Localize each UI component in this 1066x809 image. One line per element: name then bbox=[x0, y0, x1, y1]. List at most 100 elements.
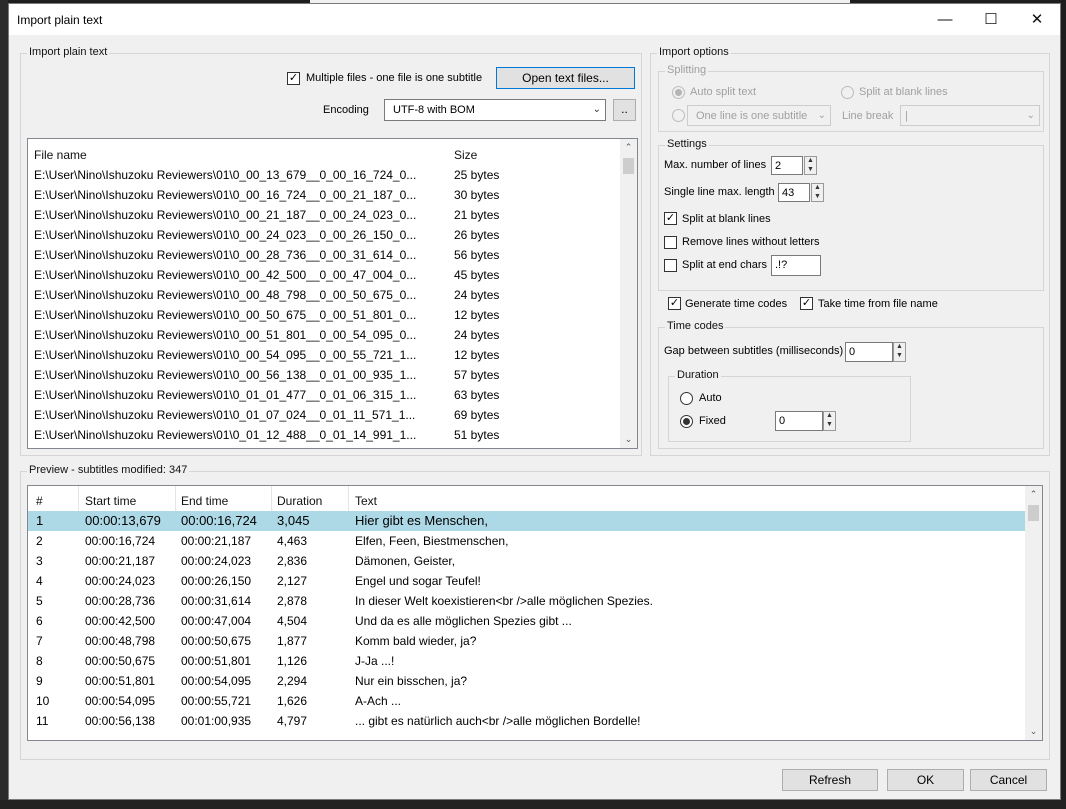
spin-down-icon[interactable]: ▼ bbox=[824, 421, 835, 430]
file-row[interactable]: E:\User\Nino\Ishuzoku Reviewers\01\0_00_… bbox=[28, 165, 637, 185]
split-end-chars-checkbox[interactable] bbox=[664, 259, 677, 272]
max-lines-spinner[interactable]: ▲ ▼ bbox=[804, 156, 817, 175]
preview-row[interactable]: 1 00:00:13,679 00:00:16,724 3,045 Hier gibt … bbox=[28, 511, 1027, 531]
column-header-text[interactable]: Text bbox=[355, 494, 377, 508]
column-divider[interactable] bbox=[271, 486, 272, 511]
row-number-cell: 5 bbox=[36, 594, 43, 608]
preview-row[interactable]: 8 00:00:50,675 00:00:51,801 1,126 J-Ja ...! bbox=[28, 651, 1027, 671]
file-row[interactable]: E:\User\Nino\Ishuzoku Reviewers\01\0_01_… bbox=[28, 385, 637, 405]
split-blank-lines-checkbox[interactable]: ✓ bbox=[664, 212, 677, 225]
ok-button[interactable]: OK bbox=[887, 769, 964, 791]
max-length-input[interactable]: 43 bbox=[778, 183, 810, 202]
preview-row[interactable]: 7 00:00:48,798 00:00:50,675 1,877 Komm bald … bbox=[28, 631, 1027, 651]
close-button[interactable]: ✕ bbox=[1014, 4, 1060, 35]
generate-time-codes-checkbox[interactable]: ✓ bbox=[668, 297, 681, 310]
gap-input[interactable]: 0 bbox=[845, 342, 893, 362]
duration-fixed-input[interactable]: 0 bbox=[775, 411, 823, 431]
file-row[interactable]: E:\User\Nino\Ishuzoku Reviewers\01\0_00_… bbox=[28, 285, 637, 305]
spin-down-icon[interactable]: ▼ bbox=[812, 193, 823, 202]
duration-fixed-spinner[interactable]: ▲ ▼ bbox=[823, 411, 836, 431]
file-row[interactable]: E:\User\Nino\Ishuzoku Reviewers\01\0_01_… bbox=[28, 425, 637, 445]
spin-up-icon[interactable]: ▲ bbox=[894, 343, 905, 352]
scroll-up-icon[interactable]: ⌃ bbox=[620, 139, 637, 156]
chevron-down-icon: ⌄ bbox=[817, 110, 826, 121]
preview-scrollbar[interactable]: ⌃ ⌄ bbox=[1025, 486, 1042, 740]
file-row[interactable]: E:\User\Nino\Ishuzoku Reviewers\01\0_00_… bbox=[28, 265, 637, 285]
file-row[interactable]: E:\User\Nino\Ishuzoku Reviewers\01\0_00_… bbox=[28, 185, 637, 205]
file-name-cell: E:\User\Nino\Ishuzoku Reviewers\01\0_00_… bbox=[34, 368, 417, 382]
spin-down-icon[interactable]: ▼ bbox=[894, 352, 905, 361]
preview-row[interactable]: 5 00:00:28,736 00:00:31,614 2,878 In dieser … bbox=[28, 591, 1027, 611]
preview-row[interactable]: 9 00:00:51,801 00:00:54,095 2,294 Nur ein bi… bbox=[28, 671, 1027, 691]
row-number-cell: 11 bbox=[36, 714, 49, 728]
duration-auto-radio[interactable] bbox=[680, 392, 693, 405]
column-header-file-name[interactable]: File name bbox=[34, 148, 87, 162]
file-row[interactable]: E:\User\Nino\Ishuzoku Reviewers\01\0_01_… bbox=[28, 405, 637, 425]
file-row[interactable]: E:\User\Nino\Ishuzoku Reviewers\01\0_00_… bbox=[28, 345, 637, 365]
remove-lines-checkbox[interactable] bbox=[664, 236, 677, 249]
column-divider[interactable] bbox=[175, 486, 176, 511]
one-line-select[interactable]: One line is one subtitle ⌄ bbox=[687, 105, 831, 126]
file-name-cell: E:\User\Nino\Ishuzoku Reviewers\01\0_00_… bbox=[34, 228, 417, 242]
file-list[interactable]: File name Size E:\User\Nino\Ishuzoku Rev… bbox=[27, 138, 638, 449]
column-divider[interactable] bbox=[348, 486, 349, 511]
scroll-down-icon[interactable]: ⌄ bbox=[1025, 723, 1042, 740]
scroll-up-icon[interactable]: ⌃ bbox=[1025, 486, 1042, 503]
file-row[interactable]: E:\User\Nino\Ishuzoku Reviewers\01\0_00_… bbox=[28, 305, 637, 325]
preview-row[interactable]: 11 00:00:56,138 00:01:00,935 4,797 ... gibt … bbox=[28, 711, 1027, 731]
cancel-button[interactable]: Cancel bbox=[970, 769, 1047, 791]
line-break-select[interactable]: | ⌄ bbox=[900, 105, 1040, 126]
spin-down-icon[interactable]: ▼ bbox=[805, 166, 816, 175]
column-header-end-time[interactable]: End time bbox=[181, 494, 228, 508]
preview-grid[interactable]: # Start time End time Duration Text 1 00:… bbox=[27, 485, 1043, 741]
one-line-radio[interactable] bbox=[672, 109, 685, 122]
file-size-cell: 12 bytes bbox=[454, 348, 500, 362]
scroll-thumb[interactable] bbox=[1028, 505, 1039, 521]
column-header-number[interactable]: # bbox=[36, 494, 43, 508]
end-chars-input[interactable]: .!? bbox=[771, 255, 821, 276]
preview-row[interactable]: 2 00:00:16,724 00:00:21,187 4,463 Elfen, Fee… bbox=[28, 531, 1027, 551]
max-lines-input[interactable]: 2 bbox=[771, 156, 803, 175]
file-row[interactable]: E:\User\Nino\Ishuzoku Reviewers\01\0_00_… bbox=[28, 225, 637, 245]
encoding-select[interactable]: UTF-8 with BOM ⌄ bbox=[384, 99, 606, 121]
start-time-cell: 00:00:21,187 bbox=[85, 554, 156, 568]
text-cell: Engel und sogar Teufel! bbox=[355, 574, 481, 588]
preview-row[interactable]: 3 00:00:21,187 00:00:24,023 2,836 Dämonen, G… bbox=[28, 551, 1027, 571]
minimize-button[interactable]: — bbox=[922, 4, 968, 35]
auto-split-radio[interactable] bbox=[672, 86, 685, 99]
preview-row[interactable]: 6 00:00:42,500 00:00:47,004 4,504 Und da es … bbox=[28, 611, 1027, 631]
settings-label: Settings bbox=[665, 138, 709, 150]
spin-up-icon[interactable]: ▲ bbox=[824, 412, 835, 421]
column-header-duration[interactable]: Duration bbox=[277, 494, 322, 508]
refresh-button[interactable]: Refresh bbox=[782, 769, 878, 791]
column-header-size[interactable]: Size bbox=[454, 148, 477, 162]
gap-spinner[interactable]: ▲ ▼ bbox=[893, 342, 906, 362]
end-time-cell: 00:00:26,150 bbox=[181, 574, 252, 588]
duration-cell: 2,127 bbox=[277, 574, 308, 588]
file-name-cell: E:\User\Nino\Ishuzoku Reviewers\01\0_00_… bbox=[34, 188, 417, 202]
file-size-cell: 69 bytes bbox=[454, 408, 500, 422]
scroll-thumb[interactable] bbox=[623, 158, 634, 174]
text-cell: Elfen, Feen, Biestmenschen, bbox=[355, 534, 509, 548]
column-header-start-time[interactable]: Start time bbox=[85, 494, 136, 508]
spin-up-icon[interactable]: ▲ bbox=[805, 157, 816, 166]
preview-row[interactable]: 10 00:00:54,095 00:00:55,721 1,626 A-Ach ... bbox=[28, 691, 1027, 711]
scroll-down-icon[interactable]: ⌄ bbox=[620, 431, 637, 448]
split-blank-lines-radio[interactable] bbox=[841, 86, 854, 99]
encoding-browse-button[interactable]: .. bbox=[613, 99, 636, 121]
file-row[interactable]: E:\User\Nino\Ishuzoku Reviewers\01\0_00_… bbox=[28, 245, 637, 265]
spin-up-icon[interactable]: ▲ bbox=[812, 184, 823, 193]
open-text-files-button[interactable]: Open text files... bbox=[496, 67, 635, 89]
file-size-cell: 45 bytes bbox=[454, 268, 500, 282]
file-row[interactable]: E:\User\Nino\Ishuzoku Reviewers\01\0_00_… bbox=[28, 325, 637, 345]
max-length-spinner[interactable]: ▲ ▼ bbox=[811, 183, 824, 202]
file-row[interactable]: E:\User\Nino\Ishuzoku Reviewers\01\0_00_… bbox=[28, 365, 637, 385]
multiple-files-checkbox[interactable]: ✓ bbox=[287, 72, 300, 85]
column-divider[interactable] bbox=[78, 486, 79, 511]
preview-row[interactable]: 4 00:00:24,023 00:00:26,150 2,127 Engel und … bbox=[28, 571, 1027, 591]
take-time-checkbox[interactable]: ✓ bbox=[800, 297, 813, 310]
file-list-scrollbar[interactable]: ⌃ ⌄ bbox=[620, 139, 637, 448]
maximize-button[interactable]: ☐ bbox=[968, 4, 1014, 35]
file-row[interactable]: E:\User\Nino\Ishuzoku Reviewers\01\0_00_… bbox=[28, 205, 637, 225]
duration-fixed-radio[interactable] bbox=[680, 415, 693, 428]
